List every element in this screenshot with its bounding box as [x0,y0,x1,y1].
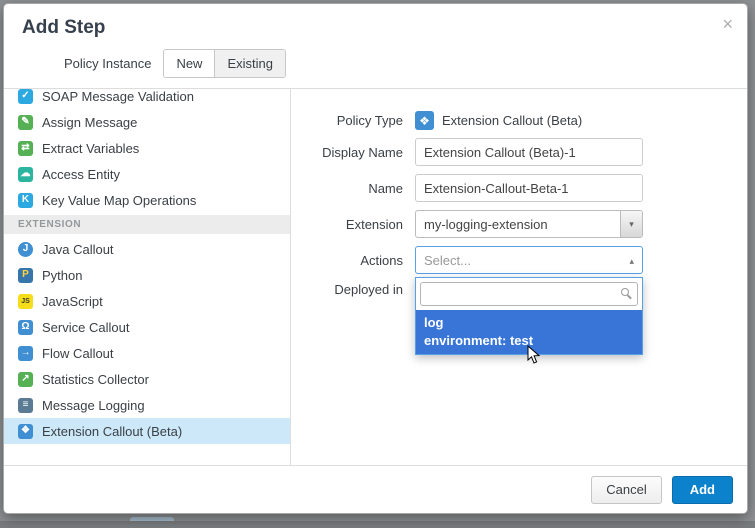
list-item-label: Java Callout [42,242,114,257]
flow-callout-icon: → [18,346,33,361]
list-item-label: Service Callout [42,320,129,335]
policy-instance-row: Policy Instance New Existing [4,43,747,88]
service-callout-icon: Ω [18,320,33,335]
actions-select-placeholder: Select... [424,253,471,268]
actions-row: Actions Select... ▴ logenvironment: test [291,246,747,274]
message-logging-icon: ≡ [18,398,33,413]
extract-variables-icon: ⇄ [18,141,33,156]
actions-dropdown-search [416,278,642,310]
dropdown-option-detail: environment: test [424,332,634,350]
list-item[interactable]: J Java Callout [4,236,290,262]
list-item[interactable]: → Flow Callout [4,340,290,366]
actions-label: Actions [291,253,403,268]
list-item-label: Message Logging [42,398,145,413]
name-field[interactable] [415,174,643,202]
actions-dropdown: logenvironment: test [415,277,643,355]
name-label: Name [291,181,403,196]
modal-header: Add Step × [4,4,747,43]
extension-row: Extension my-logging-extension ▾ [291,210,747,238]
tab-new[interactable]: New [164,50,214,77]
extension-select[interactable]: my-logging-extension ▾ [415,210,643,238]
extension-callout-icon: ❖ [415,111,434,130]
policy-list-top: ✓ SOAP Message Validation ✎ Assign Message ⇄… [4,89,290,213]
list-item-label: Python [42,268,82,283]
list-item[interactable]: ❖ Extension Callout (Beta) [4,418,290,444]
deployed-in-label: Deployed in [291,282,403,297]
policy-list-extension: J Java Callout P Python JS JavaScript Ω Service… [4,236,290,444]
extension-select-value: my-logging-extension [424,217,548,232]
policy-list: ✓ SOAP Message Validation ✎ Assign Message ⇄… [4,89,291,465]
chevron-down-icon[interactable]: ▾ [620,211,642,237]
list-item[interactable]: ✎ Assign Message [4,109,290,135]
actions-select-wrap: Select... ▴ logenvironment: test [415,246,643,274]
list-item-label: Access Entity [42,167,120,182]
list-item[interactable]: ≡ Message Logging [4,392,290,418]
policy-instance-label: Policy Instance [64,56,151,71]
policy-type-text: Extension Callout (Beta) [442,113,582,128]
assign-message-icon: ✎ [18,115,33,130]
search-icon [621,288,629,296]
policy-type-row: Policy Type ❖ Extension Callout (Beta) [291,111,747,130]
policy-instance-toggle: New Existing [163,49,286,78]
dropdown-option-name: log [424,314,634,332]
extension-label: Extension [291,217,403,232]
close-icon[interactable]: × [722,15,733,33]
list-item-label: SOAP Message Validation [42,89,194,104]
tab-existing[interactable]: Existing [214,50,285,77]
actions-dropdown-results: logenvironment: test [416,310,642,354]
actions-select[interactable]: Select... ▴ [415,246,643,274]
dropdown-option[interactable]: logenvironment: test [416,310,642,354]
cancel-button[interactable]: Cancel [591,476,661,504]
display-name-field[interactable] [415,138,643,166]
display-name-label: Display Name [291,145,403,160]
modal-footer: Cancel Add [4,465,747,513]
python-icon: P [18,268,33,283]
list-item-label: Flow Callout [42,346,114,361]
list-item-label: Statistics Collector [42,372,149,387]
list-item[interactable]: ✓ SOAP Message Validation [4,89,290,109]
display-name-row: Display Name [291,138,747,166]
list-item-label: Assign Message [42,115,137,130]
modal-body: ✓ SOAP Message Validation ✎ Assign Message ⇄… [4,88,747,465]
list-item-label: JavaScript [42,294,103,309]
extension-section-header: EXTENSION [4,215,290,234]
list-item[interactable]: K Key Value Map Operations [4,187,290,213]
add-step-modal: Add Step × Policy Instance New Existing … [3,3,748,514]
list-item[interactable]: P Python [4,262,290,288]
search-input[interactable] [420,282,638,306]
java-callout-icon: J [18,242,33,257]
policy-form-panel: Policy Type ❖ Extension Callout (Beta) D… [291,89,747,465]
key-value-map-operations-icon: K [18,193,33,208]
page-title: Add Step [22,17,729,39]
list-item[interactable]: ↗ Statistics Collector [4,366,290,392]
list-item[interactable]: ⇄ Extract Variables [4,135,290,161]
add-button[interactable]: Add [672,476,733,504]
list-item[interactable]: Ω Service Callout [4,314,290,340]
name-row: Name [291,174,747,202]
policy-type-label: Policy Type [291,113,403,128]
list-item[interactable]: JS JavaScript [4,288,290,314]
access-entity-icon: ☁ [18,167,33,182]
extension-callout-icon: ❖ [18,424,33,439]
screen: Add Step × Policy Instance New Existing … [0,0,755,528]
list-item-label: Key Value Map Operations [42,193,196,208]
background-page-edge [0,521,755,528]
statistics-collector-icon: ↗ [18,372,33,387]
list-item-label: Extract Variables [42,141,139,156]
list-item-label: Extension Callout (Beta) [42,424,182,439]
policy-type-value: ❖ Extension Callout (Beta) [415,111,582,130]
soap-message-validation-icon: ✓ [18,89,33,104]
list-item[interactable]: ☁ Access Entity [4,161,290,187]
javascript-icon: JS [18,294,33,309]
chevron-up-icon: ▴ [629,256,634,267]
